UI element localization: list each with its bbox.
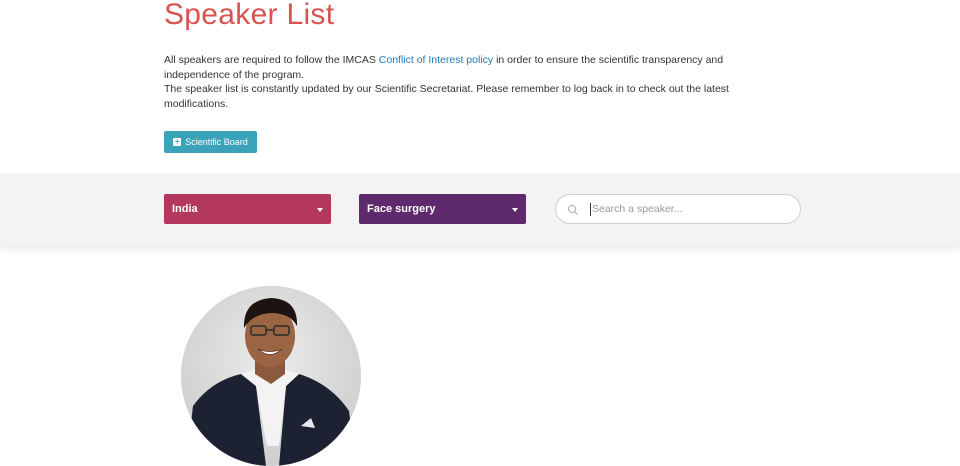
chevron-down-icon	[317, 208, 323, 212]
speaker-photo	[181, 286, 361, 466]
search-box	[555, 194, 801, 224]
specialty-select[interactable]: Face surgery	[359, 194, 526, 224]
speaker-avatar[interactable]	[181, 286, 361, 466]
country-select-value: India	[172, 203, 198, 215]
intro-paragraph-2: The speaker list is constantly updated b…	[164, 83, 729, 110]
page-title: Speaker List	[164, 0, 335, 31]
intro-paragraph-1: All speakers are required to follow the …	[164, 53, 754, 82]
scientific-board-button[interactable]: + Scientific Board	[164, 131, 257, 153]
search-icon	[567, 204, 578, 215]
plus-square-icon: +	[173, 137, 182, 146]
intro-text: All speakers are required to follow the …	[164, 53, 754, 111]
conflict-of-interest-link[interactable]: Conflict of Interest policy	[379, 54, 493, 66]
chevron-down-icon	[512, 208, 518, 212]
scientific-board-label: Scientific Board	[185, 137, 248, 147]
specialty-select-value: Face surgery	[367, 203, 436, 215]
intro-text-before: All speakers are required to follow the …	[164, 54, 379, 66]
search-input[interactable]	[590, 202, 792, 216]
filter-bar: India Face surgery	[0, 173, 960, 246]
country-select[interactable]: India	[164, 194, 331, 224]
